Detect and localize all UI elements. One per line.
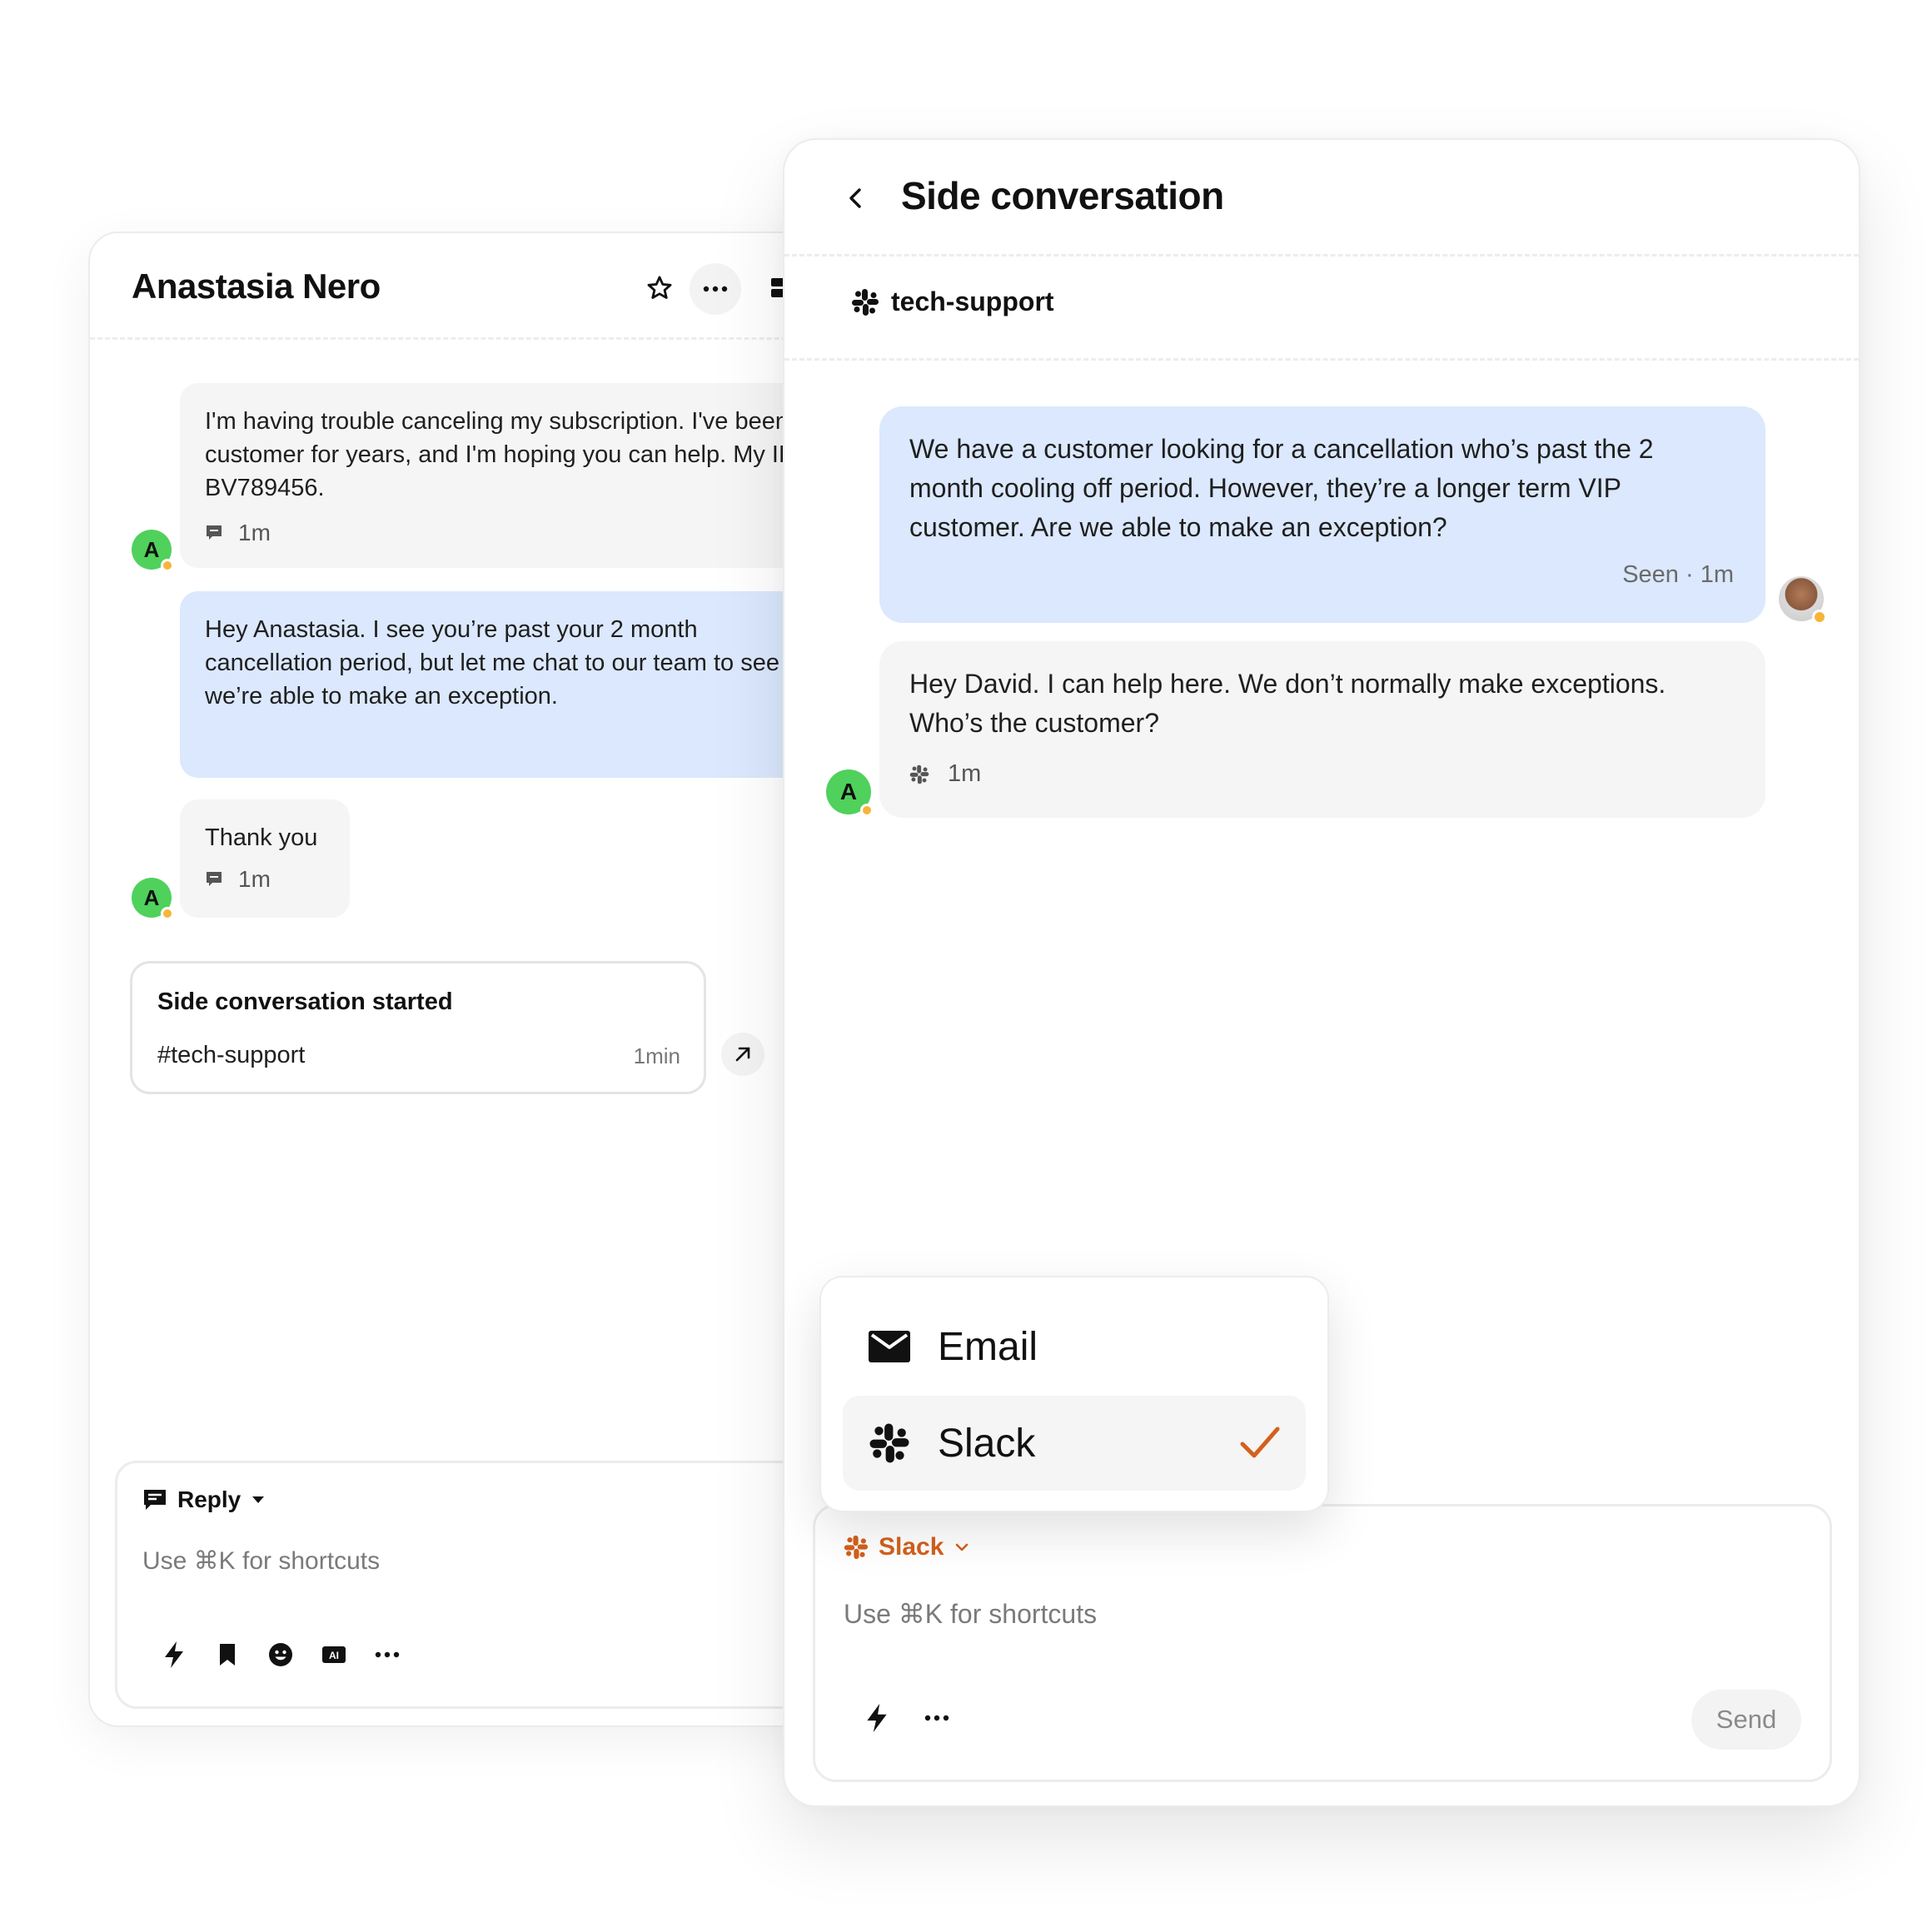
reply-icon xyxy=(144,1490,166,1510)
page-title: Side conversation xyxy=(901,174,1224,217)
channel-name: tech-support xyxy=(891,286,1054,316)
caret-down-icon xyxy=(252,1496,265,1503)
message-time: 1m xyxy=(238,520,271,545)
avatar: A xyxy=(132,878,174,920)
message-time: 1m xyxy=(948,760,982,787)
message-meta: 1m xyxy=(205,863,325,896)
status-dot xyxy=(161,907,174,920)
envelope-icon xyxy=(866,1323,913,1370)
channel-selector[interactable]: Slack xyxy=(844,1533,970,1561)
dropdown-option-email[interactable]: Email xyxy=(843,1299,1306,1394)
avatar xyxy=(1779,576,1827,625)
status-dot xyxy=(161,559,174,572)
message-text: Hey Anastasia. I see you’re past your 2 … xyxy=(205,616,799,710)
message-status: Seen · 1m xyxy=(1622,561,1734,588)
customer-name: Anastasia Nero xyxy=(132,266,381,306)
reply-input[interactable]: Use ⌘K for shortcuts xyxy=(142,1546,380,1576)
message-input[interactable]: Use ⌘K for shortcuts xyxy=(844,1598,1097,1630)
more-options-button[interactable] xyxy=(690,263,741,315)
message-text: We have a customer looking for a cancell… xyxy=(909,434,1654,542)
reply-mode-selector[interactable]: Reply xyxy=(142,1486,266,1513)
conversation-header: Anastasia Nero xyxy=(90,233,869,340)
side-conversation-composer: Slack Use ⌘K for shortcuts Send xyxy=(813,1504,1832,1782)
customer-message: Thank you 1m xyxy=(180,799,350,918)
option-label: Email xyxy=(938,1324,1038,1369)
arrow-up-right-icon xyxy=(735,1047,750,1062)
slack-icon xyxy=(909,764,929,784)
message-text: Thank you xyxy=(205,824,318,851)
composer-toolbar xyxy=(862,1703,975,1733)
chat-channel-icon xyxy=(207,525,222,540)
emoji-icon[interactable] xyxy=(266,1640,296,1670)
message-text: Hey David. I can help here. We don’t nor… xyxy=(909,669,1666,738)
back-icon[interactable] xyxy=(841,183,871,213)
slack-icon xyxy=(844,1535,869,1560)
dropdown-option-slack[interactable]: Slack xyxy=(843,1396,1306,1491)
chevron-down-icon xyxy=(956,1543,968,1551)
ai-icon[interactable]: AI xyxy=(319,1640,349,1670)
lightning-icon[interactable] xyxy=(159,1640,189,1670)
reply-mode-label: Reply xyxy=(177,1486,242,1512)
status-dot xyxy=(860,804,874,817)
chat-channel-icon xyxy=(207,872,222,886)
svg-text:AI: AI xyxy=(329,1650,339,1661)
reply-composer: Reply Use ⌘K for shortcuts AI xyxy=(115,1461,869,1709)
ellipsis-icon[interactable] xyxy=(922,1703,952,1733)
divider xyxy=(784,358,1859,361)
side-conversation-header: Side conversation xyxy=(784,140,1859,256)
status-dot xyxy=(1812,610,1827,625)
ellipsis-icon xyxy=(703,286,728,292)
conversation-panel: Anastasia Nero I'm having trouble cancel… xyxy=(88,232,871,1727)
checkmark-icon xyxy=(1240,1427,1280,1458)
side-conversation-title: Side conversation started xyxy=(157,988,453,1015)
open-side-conversation-button[interactable] xyxy=(721,1033,764,1076)
customer-message: I'm having trouble canceling my subscrip… xyxy=(180,383,869,568)
send-button[interactable]: Send xyxy=(1691,1690,1801,1750)
ellipsis-icon[interactable] xyxy=(372,1640,402,1670)
star-icon[interactable] xyxy=(641,270,678,306)
side-conversation-channel: #tech-support xyxy=(157,1042,306,1068)
channel-dropdown: Email Slack xyxy=(819,1276,1329,1512)
reply-toolbar: AI xyxy=(159,1640,426,1670)
side-conversation-panel: Side conversation tech-support We have a… xyxy=(783,138,1860,1807)
channel-selector-label: Slack xyxy=(879,1533,944,1561)
lightning-icon[interactable] xyxy=(862,1703,892,1733)
agent-message: We have a customer looking for a cancell… xyxy=(879,406,1765,623)
message-text: I'm having trouble canceling my subscrip… xyxy=(205,408,820,501)
side-conversation-card[interactable]: Side conversation started #tech-support … xyxy=(130,961,706,1094)
side-conversation-time: 1min xyxy=(633,1043,680,1068)
avatar: A xyxy=(826,769,874,817)
message-time: 1m xyxy=(238,866,271,892)
channel-label: tech-support xyxy=(851,286,1054,317)
bookmark-icon[interactable] xyxy=(212,1640,242,1670)
avatar: A xyxy=(132,530,174,572)
slack-icon xyxy=(866,1420,913,1466)
option-label: Slack xyxy=(938,1421,1036,1466)
message-meta: 1m xyxy=(909,754,1735,794)
agent-message: Hey Anastasia. I see you’re past your 2 … xyxy=(180,591,869,778)
teammate-message: Hey David. I can help here. We don’t nor… xyxy=(879,641,1765,818)
message-meta: 1m xyxy=(205,516,869,550)
slack-icon xyxy=(852,288,879,316)
